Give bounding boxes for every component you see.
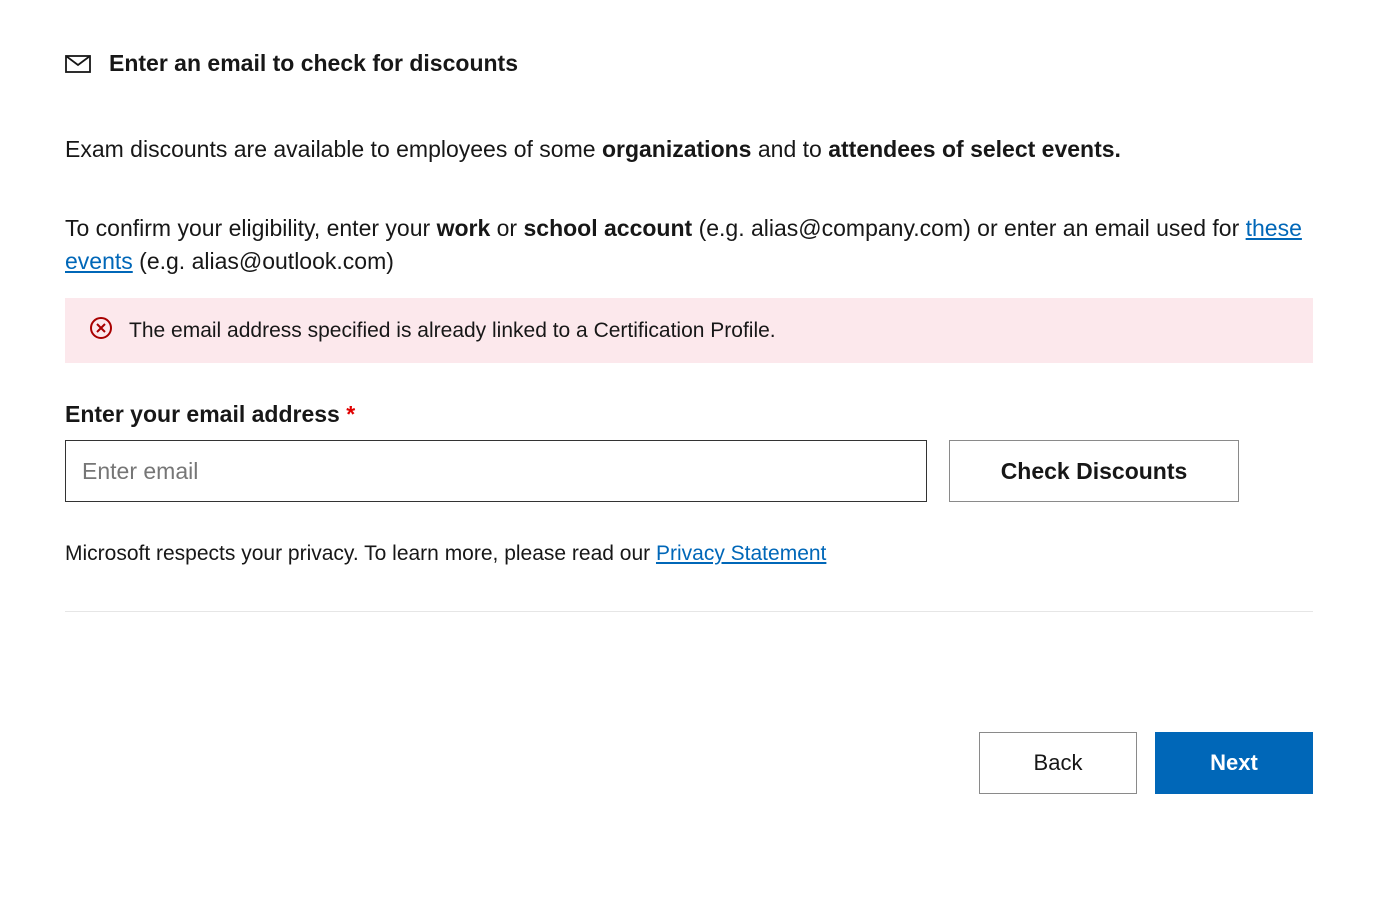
section-divider bbox=[65, 611, 1313, 612]
section-header: Enter an email to check for discounts bbox=[65, 50, 1313, 77]
error-icon bbox=[89, 316, 113, 345]
email-input[interactable] bbox=[65, 440, 927, 502]
back-button[interactable]: Back bbox=[979, 732, 1137, 794]
email-input-row: Check Discounts bbox=[65, 440, 1313, 502]
error-text: The email address specified is already l… bbox=[129, 319, 776, 343]
mail-icon bbox=[65, 51, 91, 77]
email-field-label: Enter your email address * bbox=[65, 401, 1313, 428]
required-asterisk: * bbox=[346, 401, 355, 427]
check-discounts-button[interactable]: Check Discounts bbox=[949, 440, 1239, 502]
error-message-box: The email address specified is already l… bbox=[65, 298, 1313, 363]
page-title: Enter an email to check for discounts bbox=[109, 50, 518, 77]
navigation-buttons: Back Next bbox=[65, 732, 1313, 794]
privacy-statement-link[interactable]: Privacy Statement bbox=[656, 542, 826, 565]
eligibility-text: To confirm your eligibility, enter your … bbox=[65, 212, 1313, 279]
description-text: Exam discounts are available to employee… bbox=[65, 132, 1313, 167]
privacy-text: Microsoft respects your privacy. To lear… bbox=[65, 542, 1313, 566]
next-button[interactable]: Next bbox=[1155, 732, 1313, 794]
